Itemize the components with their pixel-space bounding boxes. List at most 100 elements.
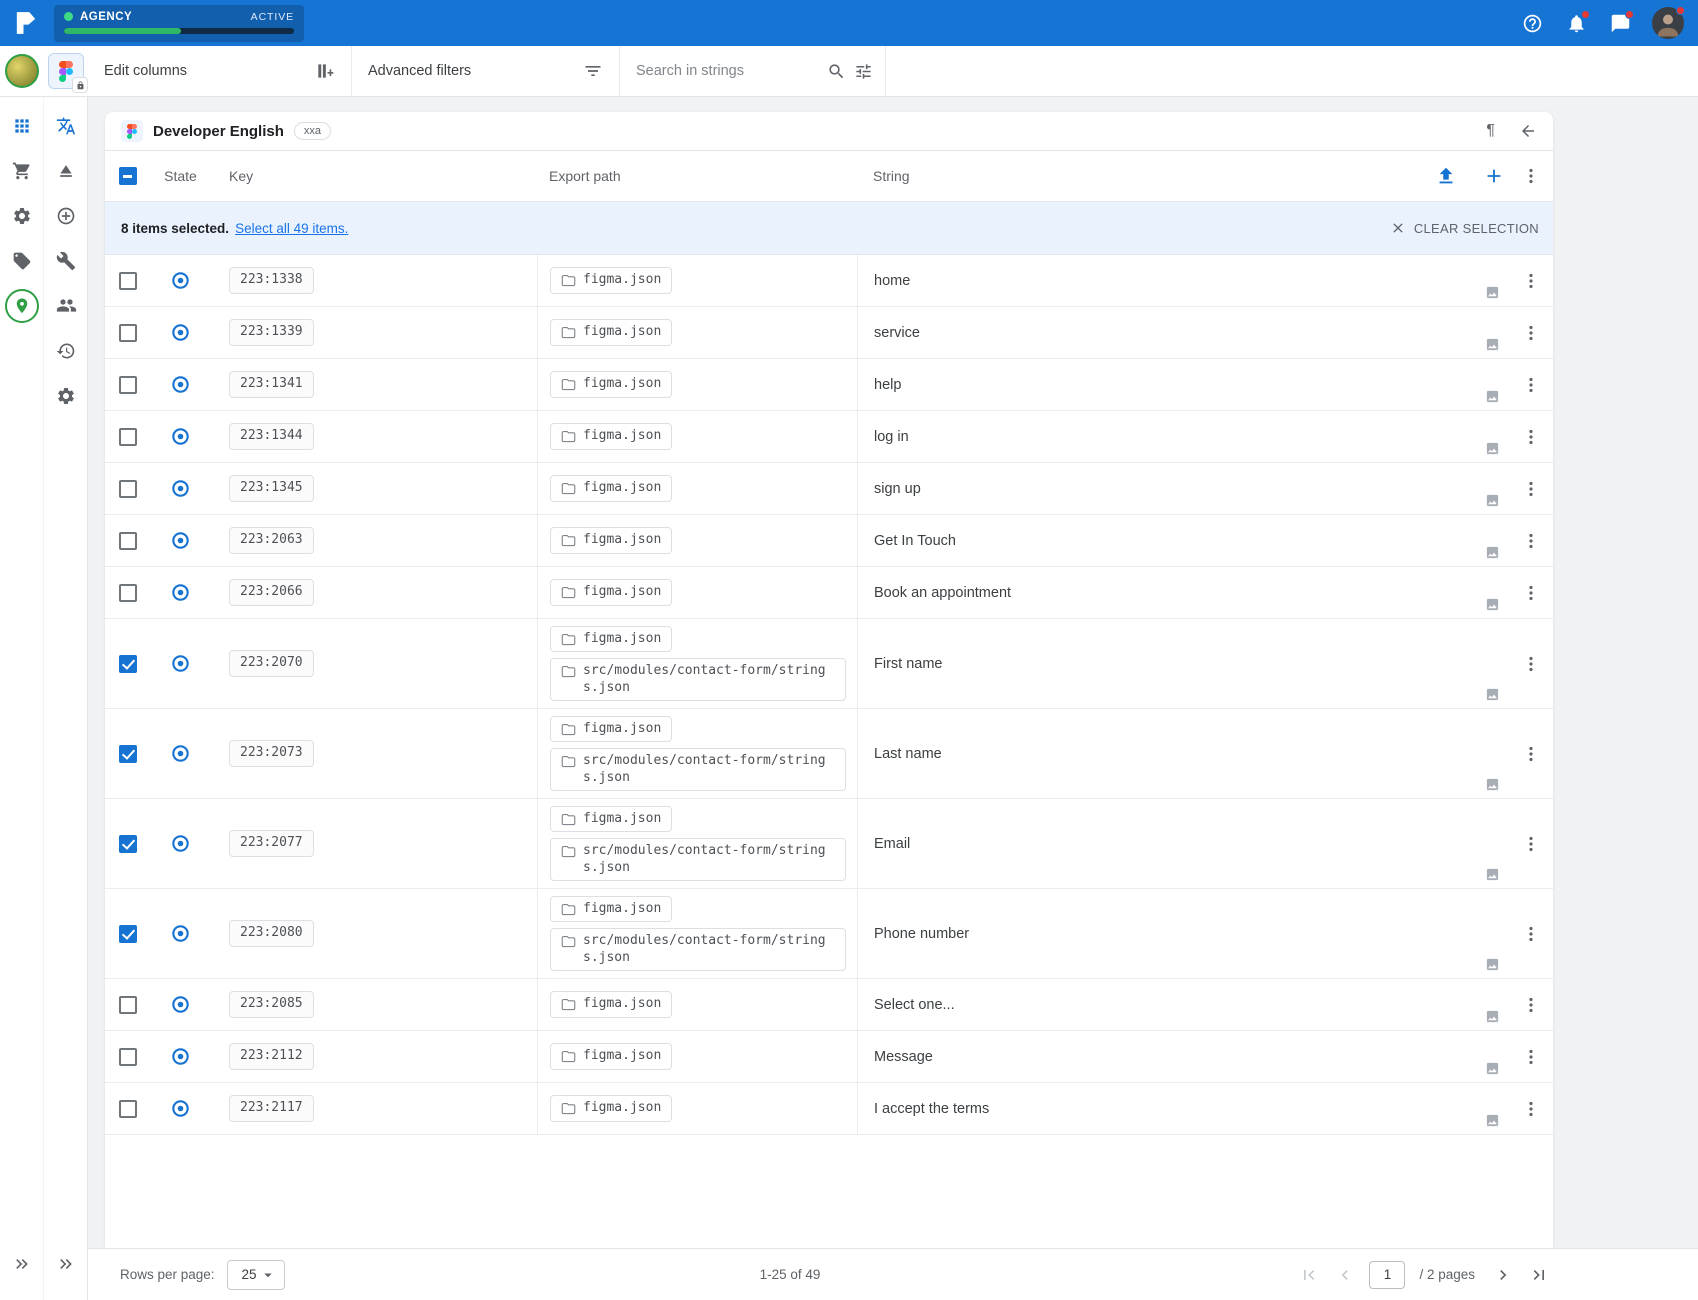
sidebar-item-add[interactable] bbox=[44, 193, 88, 238]
row-string[interactable]: home bbox=[874, 273, 910, 289]
state-eye-icon[interactable] bbox=[170, 530, 191, 551]
search-input[interactable] bbox=[636, 63, 819, 79]
sidebar-item-cart[interactable] bbox=[0, 148, 44, 193]
locale-avatar[interactable] bbox=[5, 54, 39, 88]
row-string[interactable]: help bbox=[874, 377, 901, 393]
prev-page-button[interactable] bbox=[1331, 1261, 1359, 1289]
export-path-chip[interactable]: figma.json bbox=[550, 475, 672, 501]
row-string[interactable]: I accept the terms bbox=[874, 1101, 989, 1117]
export-path-chip[interactable]: figma.json bbox=[550, 991, 672, 1017]
state-eye-icon[interactable] bbox=[170, 1098, 191, 1119]
column-header-state[interactable]: State bbox=[150, 168, 211, 184]
row-menu-button[interactable] bbox=[1521, 375, 1541, 395]
screenshot-icon[interactable] bbox=[1485, 285, 1500, 300]
row-checkbox[interactable] bbox=[119, 655, 137, 673]
clear-selection-button[interactable]: CLEAR SELECTION bbox=[1390, 220, 1539, 236]
key-chip[interactable]: 223:2073 bbox=[229, 740, 314, 766]
search-icon[interactable] bbox=[827, 62, 846, 81]
row-string[interactable]: Message bbox=[874, 1049, 933, 1065]
row-menu-button[interactable] bbox=[1521, 531, 1541, 551]
export-path-chip[interactable]: figma.json bbox=[550, 579, 672, 605]
row-menu-button[interactable] bbox=[1521, 479, 1541, 499]
export-path-chip[interactable]: figma.json bbox=[550, 626, 672, 652]
sidebar-item-settings-secondary[interactable] bbox=[44, 373, 88, 418]
upload-icon[interactable] bbox=[1435, 165, 1457, 187]
row-checkbox[interactable] bbox=[119, 480, 137, 498]
row-menu-button[interactable] bbox=[1521, 924, 1541, 944]
row-string[interactable]: sign up bbox=[874, 481, 921, 497]
sidebar-item-translate[interactable] bbox=[44, 103, 88, 148]
row-string[interactable]: log in bbox=[874, 429, 909, 445]
export-path-chip[interactable]: figma.json bbox=[550, 896, 672, 922]
key-chip[interactable]: 223:1345 bbox=[229, 475, 314, 501]
row-checkbox[interactable] bbox=[119, 532, 137, 550]
row-checkbox[interactable] bbox=[119, 835, 137, 853]
state-eye-icon[interactable] bbox=[170, 923, 191, 944]
key-chip[interactable]: 223:2085 bbox=[229, 991, 314, 1017]
screenshot-icon[interactable] bbox=[1485, 545, 1500, 560]
column-header-key[interactable]: Key bbox=[211, 168, 537, 184]
row-string[interactable]: Last name bbox=[874, 746, 942, 762]
export-path-chip[interactable]: figma.json bbox=[550, 371, 672, 397]
state-eye-icon[interactable] bbox=[170, 833, 191, 854]
export-path-chip[interactable]: src/modules/contact-form/strings.json bbox=[550, 838, 846, 881]
workspace-switcher[interactable]: AGENCY ACTIVE bbox=[54, 5, 304, 42]
row-string[interactable]: First name bbox=[874, 656, 943, 672]
sidebar-item-location[interactable] bbox=[0, 283, 44, 328]
key-chip[interactable]: 223:2077 bbox=[229, 830, 314, 856]
sidebar-item-eject[interactable] bbox=[44, 148, 88, 193]
row-menu-button[interactable] bbox=[1521, 1047, 1541, 1067]
add-string-icon[interactable] bbox=[1483, 165, 1505, 187]
export-path-chip[interactable]: figma.json bbox=[550, 423, 672, 449]
export-path-chip[interactable]: figma.json bbox=[550, 267, 672, 293]
help-button[interactable] bbox=[1512, 3, 1552, 43]
rows-per-page-select[interactable]: 25 bbox=[227, 1260, 285, 1290]
user-menu[interactable] bbox=[1652, 7, 1684, 39]
key-chip[interactable]: 223:2063 bbox=[229, 527, 314, 553]
row-menu-button[interactable] bbox=[1521, 995, 1541, 1015]
screenshot-icon[interactable] bbox=[1485, 597, 1500, 612]
key-chip[interactable]: 223:1339 bbox=[229, 319, 314, 345]
sidebar-expand-primary[interactable] bbox=[0, 1241, 44, 1286]
screenshot-icon[interactable] bbox=[1485, 777, 1500, 792]
first-page-button[interactable] bbox=[1295, 1261, 1323, 1289]
key-chip[interactable]: 223:1344 bbox=[229, 423, 314, 449]
row-checkbox[interactable] bbox=[119, 584, 137, 602]
row-menu-button[interactable] bbox=[1521, 427, 1541, 447]
screenshot-icon[interactable] bbox=[1485, 1061, 1500, 1076]
state-eye-icon[interactable] bbox=[170, 582, 191, 603]
sidebar-item-tools[interactable] bbox=[44, 238, 88, 283]
key-chip[interactable]: 223:1341 bbox=[229, 371, 314, 397]
screenshot-icon[interactable] bbox=[1485, 493, 1500, 508]
export-path-chip[interactable]: src/modules/contact-form/strings.json bbox=[550, 658, 846, 701]
last-page-button[interactable] bbox=[1525, 1261, 1553, 1289]
sidebar-item-tags[interactable] bbox=[0, 238, 44, 283]
export-path-chip[interactable]: figma.json bbox=[550, 527, 672, 553]
export-path-chip[interactable]: figma.json bbox=[550, 319, 672, 345]
sidebar-item-apps[interactable] bbox=[0, 103, 44, 148]
key-chip[interactable]: 223:2070 bbox=[229, 650, 314, 676]
state-eye-icon[interactable] bbox=[170, 426, 191, 447]
state-eye-icon[interactable] bbox=[170, 743, 191, 764]
state-eye-icon[interactable] bbox=[170, 270, 191, 291]
edit-columns-button[interactable]: Edit columns bbox=[88, 46, 352, 96]
column-header-export-path[interactable]: Export path bbox=[537, 168, 857, 184]
screenshot-icon[interactable] bbox=[1485, 867, 1500, 882]
state-eye-icon[interactable] bbox=[170, 653, 191, 674]
collapse-back-icon[interactable] bbox=[1519, 122, 1537, 140]
row-string[interactable]: Get In Touch bbox=[874, 533, 956, 549]
row-string[interactable]: Email bbox=[874, 836, 910, 852]
column-header-string[interactable]: String bbox=[857, 168, 1509, 184]
next-page-button[interactable] bbox=[1489, 1261, 1517, 1289]
row-menu-button[interactable] bbox=[1521, 744, 1541, 764]
row-checkbox[interactable] bbox=[119, 428, 137, 446]
row-checkbox[interactable] bbox=[119, 925, 137, 943]
key-chip[interactable]: 223:2066 bbox=[229, 579, 314, 605]
select-all-link[interactable]: Select all 49 items. bbox=[235, 221, 348, 236]
row-menu-button[interactable] bbox=[1521, 271, 1541, 291]
sidebar-item-members[interactable] bbox=[44, 283, 88, 328]
row-checkbox[interactable] bbox=[119, 324, 137, 342]
page-number-input[interactable] bbox=[1369, 1261, 1405, 1289]
state-eye-icon[interactable] bbox=[170, 994, 191, 1015]
state-eye-icon[interactable] bbox=[170, 478, 191, 499]
